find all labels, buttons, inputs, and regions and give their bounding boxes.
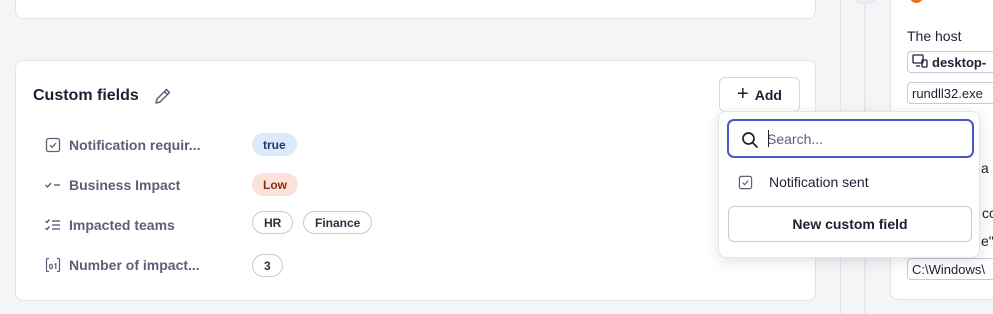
field-row-impacted-teams: Impacted teams (44, 213, 175, 237)
plus-icon: + (737, 82, 749, 105)
custom-fields-title: Custom fields (33, 87, 139, 104)
pencil-icon[interactable] (153, 86, 173, 106)
search-input[interactable] (767, 128, 963, 150)
device-chip[interactable]: desktop- (907, 51, 993, 73)
add-button-label: Add (754, 86, 782, 103)
field-value-pill[interactable]: Low (252, 173, 298, 196)
search-box[interactable] (727, 119, 974, 158)
side-text-fragment: e" (981, 233, 993, 249)
field-label: Business Impact (69, 177, 181, 193)
number-icon (44, 256, 62, 274)
field-value-pill[interactable]: 3 (252, 254, 283, 277)
text-caret (768, 130, 769, 147)
field-value-pill[interactable]: true (252, 133, 297, 156)
page: Custom fields + Add Notification requir.… (0, 0, 993, 314)
process-chip[interactable]: rundll32.exe (907, 82, 993, 104)
field-label: Notification requir... (69, 137, 201, 153)
timeline-node (849, 0, 881, 4)
multi-select-icon (44, 216, 62, 234)
single-select-icon (44, 176, 62, 194)
option-notification-sent[interactable]: Notification sent (727, 167, 973, 197)
add-field-dropdown: Notification sent New custom field (718, 111, 980, 258)
field-row-notification: Notification requir... (44, 133, 200, 157)
field-value-pill[interactable]: HR (252, 211, 294, 234)
field-label: Impacted teams (69, 217, 175, 233)
process-chip-label: rundll32.exe (912, 85, 983, 101)
option-label: Notification sent (769, 174, 869, 190)
side-text-fragment: a C (981, 160, 993, 176)
device-chip-label: desktop- (932, 54, 987, 70)
new-custom-field-button[interactable]: New custom field (728, 206, 972, 242)
checkbox-icon (736, 173, 754, 191)
checkbox-icon (44, 136, 62, 154)
activity-card (15, 0, 816, 19)
brand-logo-icon (908, 0, 930, 4)
host-text: The host (907, 28, 962, 44)
custom-fields-card: Custom fields + Add Notification requir.… (15, 60, 816, 301)
search-icon (741, 131, 759, 149)
path-chip[interactable]: C:\Windows\ (907, 258, 993, 280)
side-text-fragment: cc (982, 205, 993, 221)
field-label: Number of impact... (69, 257, 200, 273)
device-icon (912, 53, 928, 71)
field-row-number-impacted: Number of impact... (44, 253, 200, 277)
field-value-pill[interactable]: Finance (303, 211, 373, 234)
field-row-business-impact: Business Impact (44, 173, 180, 197)
path-chip-label: C:\Windows\ (912, 261, 985, 277)
add-field-button[interactable]: + Add (719, 77, 800, 112)
